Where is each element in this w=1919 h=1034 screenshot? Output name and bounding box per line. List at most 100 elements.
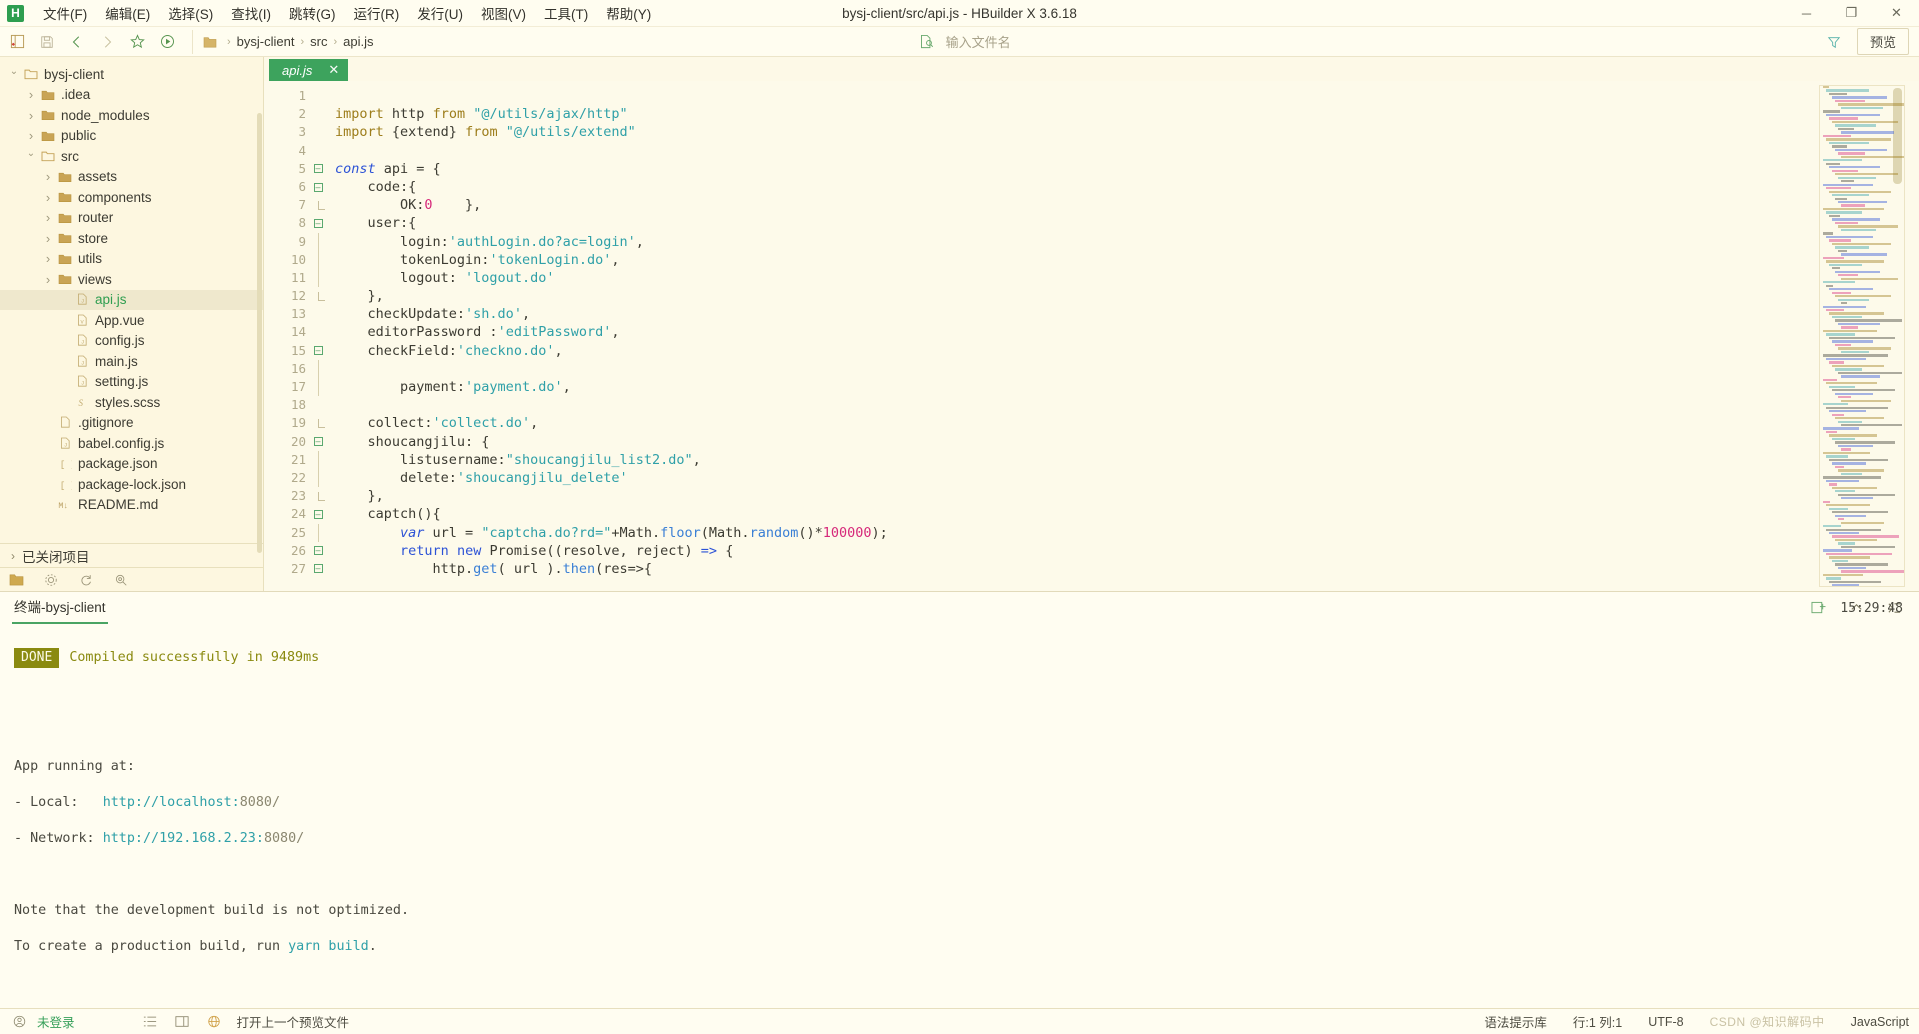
breadcrumb-item-src[interactable]: src — [308, 34, 329, 49]
code-line[interactable]: }, — [335, 287, 1919, 305]
code-line[interactable]: captch(){ — [335, 505, 1919, 523]
chevron-right-icon[interactable] — [40, 190, 56, 205]
local-port[interactable]: 8080/ — [240, 795, 280, 810]
chevron-right-icon[interactable] — [40, 210, 56, 225]
code-fold-column[interactable]: – – – – – – – – — [310, 81, 326, 591]
fold-marker[interactable]: – — [310, 160, 326, 178]
fold-marker[interactable]: – — [310, 433, 326, 451]
file-tree[interactable]: bysj-client .idea node_modulespublic src ass… — [0, 57, 263, 543]
tree-item-readme-md[interactable]: M↓ README.md — [0, 495, 263, 516]
code-lines[interactable]: import http from "@/utils/ajax/http" impo… — [326, 81, 1919, 591]
code-line[interactable]: payment:'payment.do', — [335, 378, 1919, 396]
preview-button[interactable]: 预览 — [1856, 28, 1909, 55]
refresh-icon[interactable] — [77, 573, 95, 587]
tree-item-styles-scss[interactable]: Sstyles.scss — [0, 392, 263, 413]
maximize-icon[interactable]: ❐ — [1829, 0, 1874, 26]
tree-item-main-js[interactable]: Jmain.js — [0, 351, 263, 372]
file-search-box[interactable]: 输入文件名 — [918, 32, 1011, 51]
code-line[interactable] — [335, 360, 1919, 378]
tree-item-package-lock-json[interactable]: [ ] package-lock.json — [0, 474, 263, 495]
tab-close-icon[interactable]: ✕ — [328, 62, 339, 78]
tree-item--gitignore[interactable]: .gitignore — [0, 413, 263, 434]
forward-icon[interactable] — [94, 31, 120, 53]
breadcrumb-item-file[interactable]: api.js — [341, 34, 375, 49]
code-line[interactable]: login:'authLogin.do?ac=login', — [335, 233, 1919, 251]
code-line[interactable]: listusername:"shoucangjilu_list2.do", — [335, 451, 1919, 469]
code-line[interactable]: import http from "@/utils/ajax/http" — [335, 105, 1919, 123]
settings-gear-icon[interactable] — [42, 573, 60, 587]
tree-item--idea[interactable]: .idea — [0, 85, 263, 106]
back-icon[interactable] — [64, 31, 90, 53]
tree-item-node-modules[interactable]: node_modules — [0, 105, 263, 126]
filter-icon[interactable] — [1825, 35, 1843, 49]
editor-vertical-scrollbar[interactable] — [1893, 88, 1902, 184]
new-terminal-icon[interactable] — [1809, 601, 1827, 615]
code-line[interactable]: shoucangjilu: { — [335, 433, 1919, 451]
menu-publish[interactable]: 发行(U) — [408, 0, 472, 27]
code-line[interactable]: OK:0 }, — [335, 196, 1919, 214]
menu-view[interactable]: 视图(V) — [472, 0, 535, 27]
menu-edit[interactable]: 编辑(E) — [96, 0, 159, 27]
code-line[interactable] — [335, 396, 1919, 414]
chevron-right-icon[interactable] — [23, 87, 39, 102]
terminal-output[interactable]: DONE Compiled successfully in 9489ms App … — [0, 624, 1919, 1034]
tree-item-config-js[interactable]: Jconfig.js — [0, 331, 263, 352]
minimize-icon[interactable]: ─ — [1784, 0, 1829, 26]
bookmark-star-icon[interactable] — [124, 31, 150, 53]
toggle-sidebar-icon[interactable] — [4, 31, 30, 53]
code-line[interactable]: delete:'shoucangjilu_delete' — [335, 469, 1919, 487]
tree-item-utils[interactable]: utils — [0, 249, 263, 270]
fold-marker[interactable]: – — [310, 214, 326, 232]
sidebar-scrollbar[interactable] — [257, 113, 262, 553]
breadcrumb-item-project[interactable]: bysj-client — [235, 34, 297, 49]
tree-item-bysj-client[interactable]: bysj-client — [0, 64, 263, 85]
tree-item-babel-config-js[interactable]: Jbabel.config.js — [0, 433, 263, 454]
tree-item-app-vue[interactable]: V App.vue — [0, 310, 263, 331]
chevron-right-icon[interactable] — [23, 128, 39, 143]
code-line[interactable]: collect:'collect.do', — [335, 414, 1919, 432]
menu-file[interactable]: 文件(F) — [34, 0, 96, 27]
save-icon[interactable] — [34, 31, 60, 53]
code-scroll-region[interactable]: 1 2 3 4 5 6 7 8 9 10 11 12 13 14 15 16 17 18 19 20 21 22 23 24 2… — [264, 81, 1919, 591]
fold-marker[interactable]: – — [310, 542, 326, 560]
tree-item-package-json[interactable]: [ ] package.json — [0, 454, 263, 475]
code-line[interactable]: code:{ — [335, 178, 1919, 196]
run-icon[interactable] — [154, 31, 180, 53]
tree-item-src[interactable]: src — [0, 146, 263, 167]
tree-item-setting-js[interactable]: Jsetting.js — [0, 372, 263, 393]
fold-marker[interactable]: – — [310, 342, 326, 360]
menu-run[interactable]: 运行(R) — [345, 0, 409, 27]
menu-help[interactable]: 帮助(Y) — [597, 0, 660, 27]
fold-marker[interactable]: – — [310, 560, 326, 578]
chevron-right-icon[interactable] — [23, 108, 39, 123]
code-line[interactable] — [335, 142, 1919, 160]
code-minimap[interactable] — [1819, 85, 1905, 587]
code-line[interactable]: var url = "captcha.do?rd="+Math.floor(Ma… — [335, 524, 1919, 542]
menu-find[interactable]: 查找(I) — [222, 0, 280, 27]
tree-item-assets[interactable]: assets — [0, 167, 263, 188]
network-port[interactable]: 8080/ — [264, 831, 304, 846]
tree-item-router[interactable]: router — [0, 208, 263, 229]
code-line[interactable]: checkField:'checkno.do', — [335, 342, 1919, 360]
fold-marker[interactable]: – — [310, 505, 326, 523]
chevron-right-icon[interactable] — [40, 231, 56, 246]
code-line[interactable]: http.get( url ).then(res=>{ — [335, 560, 1919, 578]
local-url[interactable]: http://localhost: — [103, 795, 240, 810]
code-line[interactable]: tokenLogin:'tokenLogin.do', — [335, 251, 1919, 269]
tree-item-api-js[interactable]: Japi.js — [0, 289, 263, 310]
terminal-tab[interactable]: 终端-bysj-client — [12, 592, 108, 624]
chevron-right-icon[interactable] — [40, 251, 56, 266]
code-line[interactable]: logout: 'logout.do' — [335, 269, 1919, 287]
tree-item-views[interactable]: views — [0, 269, 263, 290]
menu-goto[interactable]: 跳转(G) — [280, 0, 345, 27]
network-url[interactable]: http://192.168.2.23: — [103, 831, 264, 846]
code-editor[interactable]: 1 2 3 4 5 6 7 8 9 10 11 12 13 14 15 16 17 18 19 20 21 22 23 24 2… — [264, 81, 1919, 591]
chevron-down-icon[interactable] — [6, 69, 22, 80]
code-line[interactable] — [335, 87, 1919, 105]
open-folder-icon[interactable] — [7, 573, 25, 586]
code-line[interactable]: editorPassword :'editPassword', — [335, 323, 1919, 341]
code-line[interactable]: const api = { — [335, 160, 1919, 178]
menu-tools[interactable]: 工具(T) — [535, 0, 597, 27]
close-icon[interactable]: ✕ — [1874, 0, 1919, 26]
code-line[interactable]: return new Promise((resolve, reject) => … — [335, 542, 1919, 560]
